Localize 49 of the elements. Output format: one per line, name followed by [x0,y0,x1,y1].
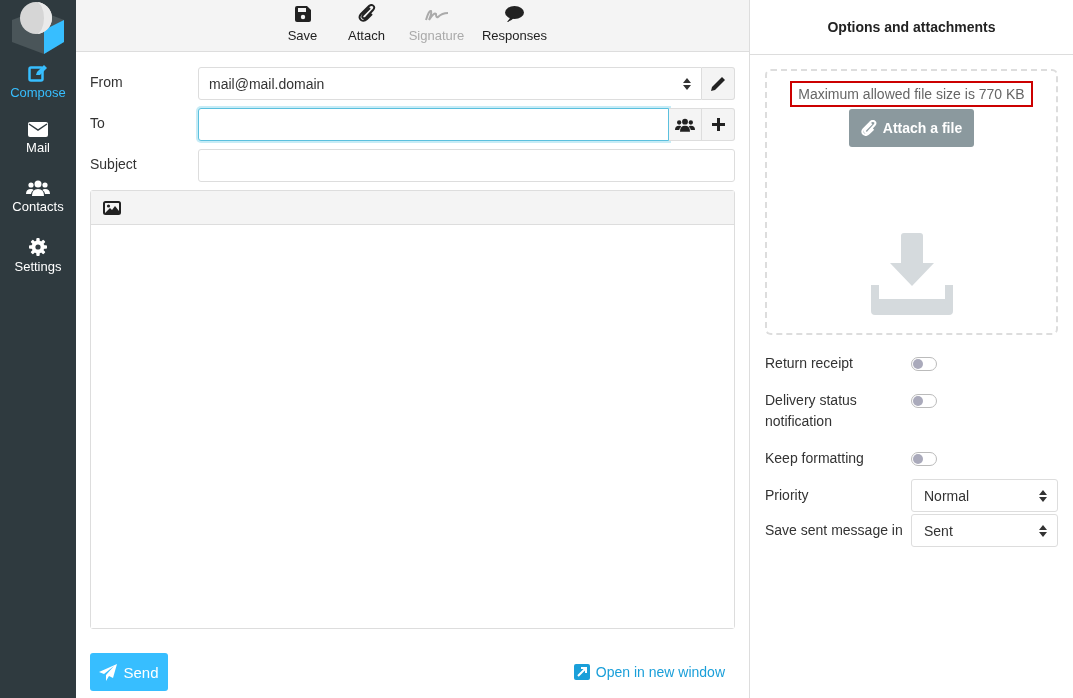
logo-icon [10,2,66,54]
toggle-switch[interactable] [911,452,937,466]
option-label: Keep formatting [765,449,865,468]
signature-icon [424,8,449,22]
download-icon [870,233,953,315]
toolbar-button[interactable]: Attach [334,0,399,51]
envelope-icon [28,122,48,137]
people-icon [675,116,695,133]
edit-icon [28,64,48,82]
option-select[interactable]: Normal [911,479,1058,512]
paperclip-icon [357,4,376,22]
subject-input[interactable] [198,149,735,182]
option-label: Save sent message in [765,521,904,540]
sort-arrows-icon [1039,524,1047,537]
address-book-button[interactable] [669,108,702,141]
image-icon [103,200,121,215]
option-label: Return receipt [765,354,854,373]
toggle-switch[interactable] [911,394,937,408]
toolbar-button[interactable]: Save [270,0,335,51]
edit-identity-button[interactable] [702,67,735,100]
speech-bubble-icon [505,6,524,22]
paper-plane-icon [99,663,118,681]
save-icon [294,6,311,22]
toggle-switch[interactable] [911,357,937,371]
paperclip-icon [860,120,877,136]
external-link-icon [573,664,590,680]
people-icon [26,180,50,196]
sort-arrows-icon [1039,489,1047,502]
sidebar-nav-item[interactable]: Compose [0,60,76,118]
option-label: Delivery status notification [765,391,858,431]
option-select[interactable]: Sent [911,514,1058,547]
field-label: Subject [90,155,138,172]
add-header-button[interactable] [702,108,735,141]
sort-arrows-icon [683,77,691,90]
panel-title: Options and attachments [750,0,1073,55]
settings-icon [29,238,47,256]
toolbar-button[interactable]: Responses [474,0,555,51]
sender-select[interactable]: mail@mail.domain [198,67,702,100]
pencil-icon [710,76,726,91]
plus-icon [711,118,725,131]
file-drop-zone[interactable]: Maximum allowed file size is 770 KB Attach a file [765,69,1058,335]
field-label: From [90,73,124,90]
field-label: To [90,114,106,131]
option-label: Priority [765,486,810,505]
file-size-hint: Maximum allowed file size is 770 KB [790,81,1033,107]
sidebar-nav-item[interactable]: Settings [0,234,76,292]
recipient-input[interactable] [198,108,669,141]
sidebar-nav-item[interactable]: Mail [0,118,76,176]
sidebar-nav-item[interactable]: Contacts [0,176,76,234]
